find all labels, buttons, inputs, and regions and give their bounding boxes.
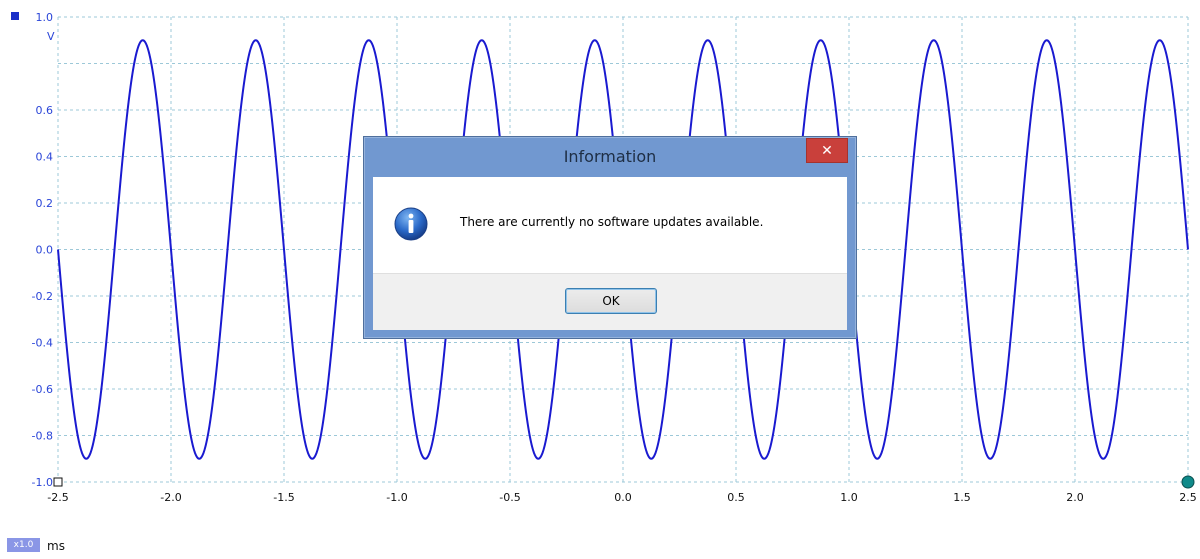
x-axis-ticks: -2.5 -2.0 -1.5 -1.0 -0.5 0.0 0.5 1.0 1.5 2.0 2.5 <box>47 491 1196 504</box>
x-tick-label: 1.0 <box>840 491 858 504</box>
y-tick-label: -0.8 <box>32 430 53 443</box>
x-tick-label: -0.5 <box>499 491 520 504</box>
y-tick-label: 1.0 <box>36 11 54 24</box>
x-tick-label: 2.0 <box>1066 491 1084 504</box>
zoom-badge[interactable]: x1.0 <box>7 538 40 552</box>
x-axis-unit: ms <box>47 539 65 553</box>
dialog-message: There are currently no software updates … <box>460 215 764 229</box>
x-tick-label: 0.0 <box>614 491 632 504</box>
channel-a-marker[interactable] <box>11 12 19 20</box>
x-tick-label: -2.0 <box>160 491 181 504</box>
y-tick-label: -0.6 <box>32 383 53 396</box>
x-tick-label: 1.5 <box>953 491 971 504</box>
x-tick-label: 0.5 <box>727 491 745 504</box>
y-tick-label: -1.0 <box>32 476 53 489</box>
dialog-content: There are currently no software updates … <box>373 177 847 273</box>
x-tick-label: -1.0 <box>386 491 407 504</box>
dialog-body: There are currently no software updates … <box>373 177 847 330</box>
ruler-handle[interactable] <box>1181 475 1195 489</box>
trigger-marker[interactable] <box>53 477 63 487</box>
dialog-title: Information <box>563 147 657 166</box>
y-tick-label: 0.2 <box>36 197 54 210</box>
x-tick-label: -1.5 <box>273 491 294 504</box>
ok-button[interactable]: OK <box>565 288 657 314</box>
x-tick-label: 2.5 <box>1179 491 1197 504</box>
dialog-footer: OK <box>373 273 847 330</box>
y-tick-label: -0.2 <box>32 290 53 303</box>
y-axis-unit: V <box>47 30 55 43</box>
y-axis-ticks: 1.0 0.6 0.4 0.2 0.0 -0.2 -0.4 -0.6 -0.8 -1.0 <box>32 11 53 489</box>
y-tick-label: 0.6 <box>36 104 54 117</box>
y-tick-label: 0.0 <box>36 244 54 257</box>
y-tick-label: 0.4 <box>36 151 54 164</box>
close-button[interactable]: ✕ <box>806 138 848 163</box>
x-tick-label: -2.5 <box>47 491 68 504</box>
info-icon <box>394 207 428 241</box>
y-tick-label: -0.4 <box>32 337 53 350</box>
information-dialog: Information ✕ There are currently no sof… <box>363 136 857 339</box>
